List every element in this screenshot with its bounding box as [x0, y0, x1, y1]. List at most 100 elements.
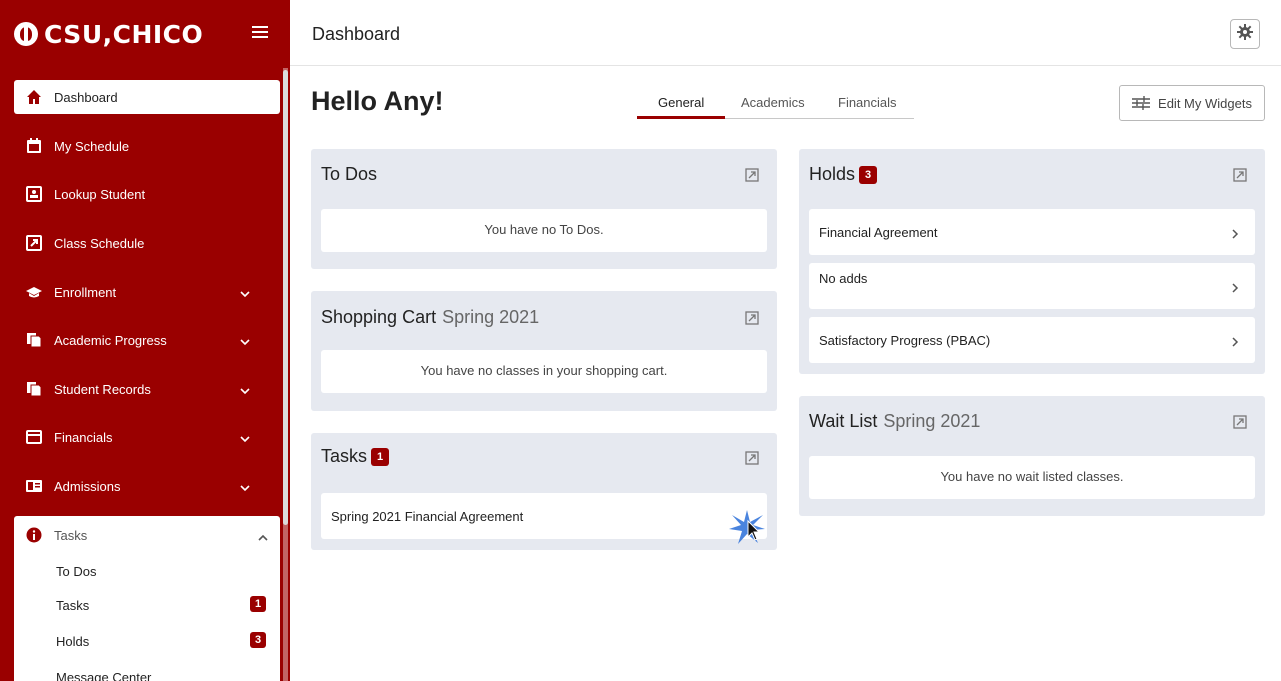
chevron-down-icon	[240, 480, 250, 492]
widget-title-text: Wait List	[809, 411, 878, 431]
count-badge: 3	[859, 165, 878, 184]
sidebar-subitem-label: Tasks	[56, 597, 90, 613]
sidebar-item-label: Enrollment	[54, 284, 117, 300]
sidebar-item-label: Financials	[54, 429, 113, 445]
chevron-down-icon	[240, 431, 250, 443]
sidebar-item-my-schedule[interactable]: My Schedule	[14, 129, 280, 163]
tab-financials[interactable]: Financials	[838, 95, 897, 110]
cart-empty-message: You have no classes in your shopping car…	[321, 350, 767, 393]
sidebar-item-label: Lookup Student	[54, 186, 146, 202]
sidebar-tasks-group: Tasks To Dos Tasks 1 Holds 3 Message Cen…	[14, 516, 280, 681]
widget-shopping-cart: Shopping Cart Spring 2021 You have no cl…	[311, 291, 777, 411]
widget-tasks: Tasks 1 Spring 2021 Financial Agreement	[311, 433, 777, 550]
widget-title-text: To Dos	[321, 164, 378, 184]
open-widget-icon[interactable]	[745, 311, 759, 325]
sidebar-item-label: Class Schedule	[54, 235, 145, 251]
widget-title: Wait List Spring 2021	[809, 411, 980, 432]
hamburger-menu-icon[interactable]	[252, 26, 268, 40]
open-widget-icon[interactable]	[745, 451, 759, 465]
brand-name: CSU,CHICO	[44, 19, 204, 49]
widget-title: Holds 3	[809, 164, 878, 185]
active-tab-indicator	[637, 116, 725, 119]
sidebar-item-student-records[interactable]: Student Records	[14, 372, 280, 406]
sidebar: CSU,CHICO Dashboard My Schedule Lookup S…	[0, 0, 290, 681]
sidebar-item-label: Academic Progress	[54, 332, 167, 348]
sidebar-item-enrollment[interactable]: Enrollment	[14, 275, 280, 309]
sidebar-item-label: My Schedule	[54, 138, 130, 154]
csu-chico-logo-icon	[14, 22, 38, 46]
sidebar-item-lookup-student[interactable]: Lookup Student	[14, 177, 280, 211]
dashboard-tabs: General Academics Financials	[637, 85, 914, 119]
hold-item-label: Satisfactory Progress (PBAC)	[819, 332, 991, 348]
sidebar-item-tasks[interactable]: Tasks	[14, 516, 280, 554]
waitlist-empty-message: You have no wait listed classes.	[809, 456, 1255, 499]
sidebar-subitem-holds[interactable]: Holds 3	[56, 630, 266, 652]
hold-item-no-adds[interactable]: No adds	[809, 263, 1255, 309]
sidebar-item-dashboard[interactable]: Dashboard	[14, 80, 280, 114]
calendar-icon	[26, 138, 42, 154]
widget-term: Spring 2021	[442, 307, 540, 327]
id-card-icon	[26, 186, 42, 202]
hold-item-satisfactory-progress[interactable]: Satisfactory Progress (PBAC)	[809, 317, 1255, 363]
gear-icon	[1237, 23, 1253, 45]
widget-title: To Dos	[321, 164, 377, 185]
sidebar-item-academic-progress[interactable]: Academic Progress	[14, 323, 280, 357]
chevron-down-icon	[240, 286, 250, 298]
external-square-icon	[26, 235, 42, 251]
page-title: Dashboard	[312, 24, 401, 44]
open-widget-icon[interactable]	[1233, 415, 1247, 429]
sidebar-subitem-label: Holds	[56, 633, 90, 649]
chevron-down-icon	[240, 334, 250, 346]
open-widget-icon[interactable]	[1233, 168, 1247, 182]
task-item-label: Spring 2021 Financial Agreement	[331, 508, 524, 524]
widget-title-text: Shopping Cart	[321, 307, 437, 327]
chevron-right-icon	[1232, 281, 1239, 293]
graduation-cap-icon	[26, 284, 42, 300]
top-bar: Dashboard	[290, 0, 1281, 66]
tab-academics[interactable]: Academics	[741, 95, 805, 110]
widget-to-dos: To Dos You have no To Dos.	[311, 149, 777, 269]
count-badge: 1	[371, 447, 390, 466]
sidebar-item-class-schedule[interactable]: Class Schedule	[14, 226, 280, 260]
sidebar-subitem-label: To Dos	[56, 563, 97, 579]
widget-title-text: Holds	[809, 164, 856, 184]
open-widget-icon[interactable]	[745, 168, 759, 182]
cursor-highlight-icon	[729, 510, 765, 544]
sidebar-subitem-tasks[interactable]: Tasks 1	[56, 594, 266, 616]
hold-item-label: No adds	[819, 271, 868, 286]
newspaper-icon	[26, 478, 42, 494]
sidebar-subitem-to-dos[interactable]: To Dos	[56, 560, 266, 582]
documents-icon	[26, 381, 42, 397]
widget-title: Tasks 1	[321, 446, 390, 467]
sidebar-item-financials[interactable]: Financials	[14, 420, 280, 454]
tab-general[interactable]: General	[658, 95, 704, 110]
task-item-financial-agreement[interactable]: Spring 2021 Financial Agreement	[321, 493, 767, 539]
sidebar-item-label: Admissions	[54, 478, 121, 494]
hold-item-financial-agreement[interactable]: Financial Agreement	[809, 209, 1255, 255]
sidebar-subitem-message-center[interactable]: Message Center	[56, 666, 266, 681]
widget-title: Shopping Cart Spring 2021	[321, 307, 539, 328]
count-badge: 1	[250, 596, 266, 612]
sidebar-item-admissions[interactable]: Admissions	[14, 469, 280, 503]
sidebar-item-label: Dashboard	[54, 89, 118, 105]
sidebar-subitem-label: Message Center	[56, 669, 152, 681]
sidebar-item-label: Student Records	[54, 381, 151, 397]
widget-holds: Holds 3 Financial Agreement No adds Sati…	[799, 149, 1265, 374]
logo-bar: CSU,CHICO	[0, 0, 290, 68]
greeting-heading: Hello Any!	[311, 86, 444, 116]
edit-my-widgets-button[interactable]: Edit My Widgets	[1119, 85, 1265, 121]
home-icon	[26, 89, 42, 105]
widget-wait-list: Wait List Spring 2021 You have no wait l…	[799, 396, 1265, 516]
edit-my-widgets-label: Edit My Widgets	[1158, 95, 1252, 111]
chevron-down-icon	[240, 383, 250, 395]
chevron-right-icon	[1232, 227, 1239, 239]
widget-title-text: Tasks	[321, 446, 368, 466]
count-badge: 3	[250, 632, 266, 648]
chevron-up-icon	[258, 530, 268, 541]
settings-button[interactable]	[1230, 19, 1260, 49]
sidebar-item-label: Tasks	[54, 527, 88, 543]
sliders-icon	[1132, 96, 1151, 110]
sidebar-scrollbar-thumb[interactable]	[283, 70, 288, 525]
info-circle-icon	[26, 527, 42, 543]
documents-icon	[26, 332, 42, 348]
